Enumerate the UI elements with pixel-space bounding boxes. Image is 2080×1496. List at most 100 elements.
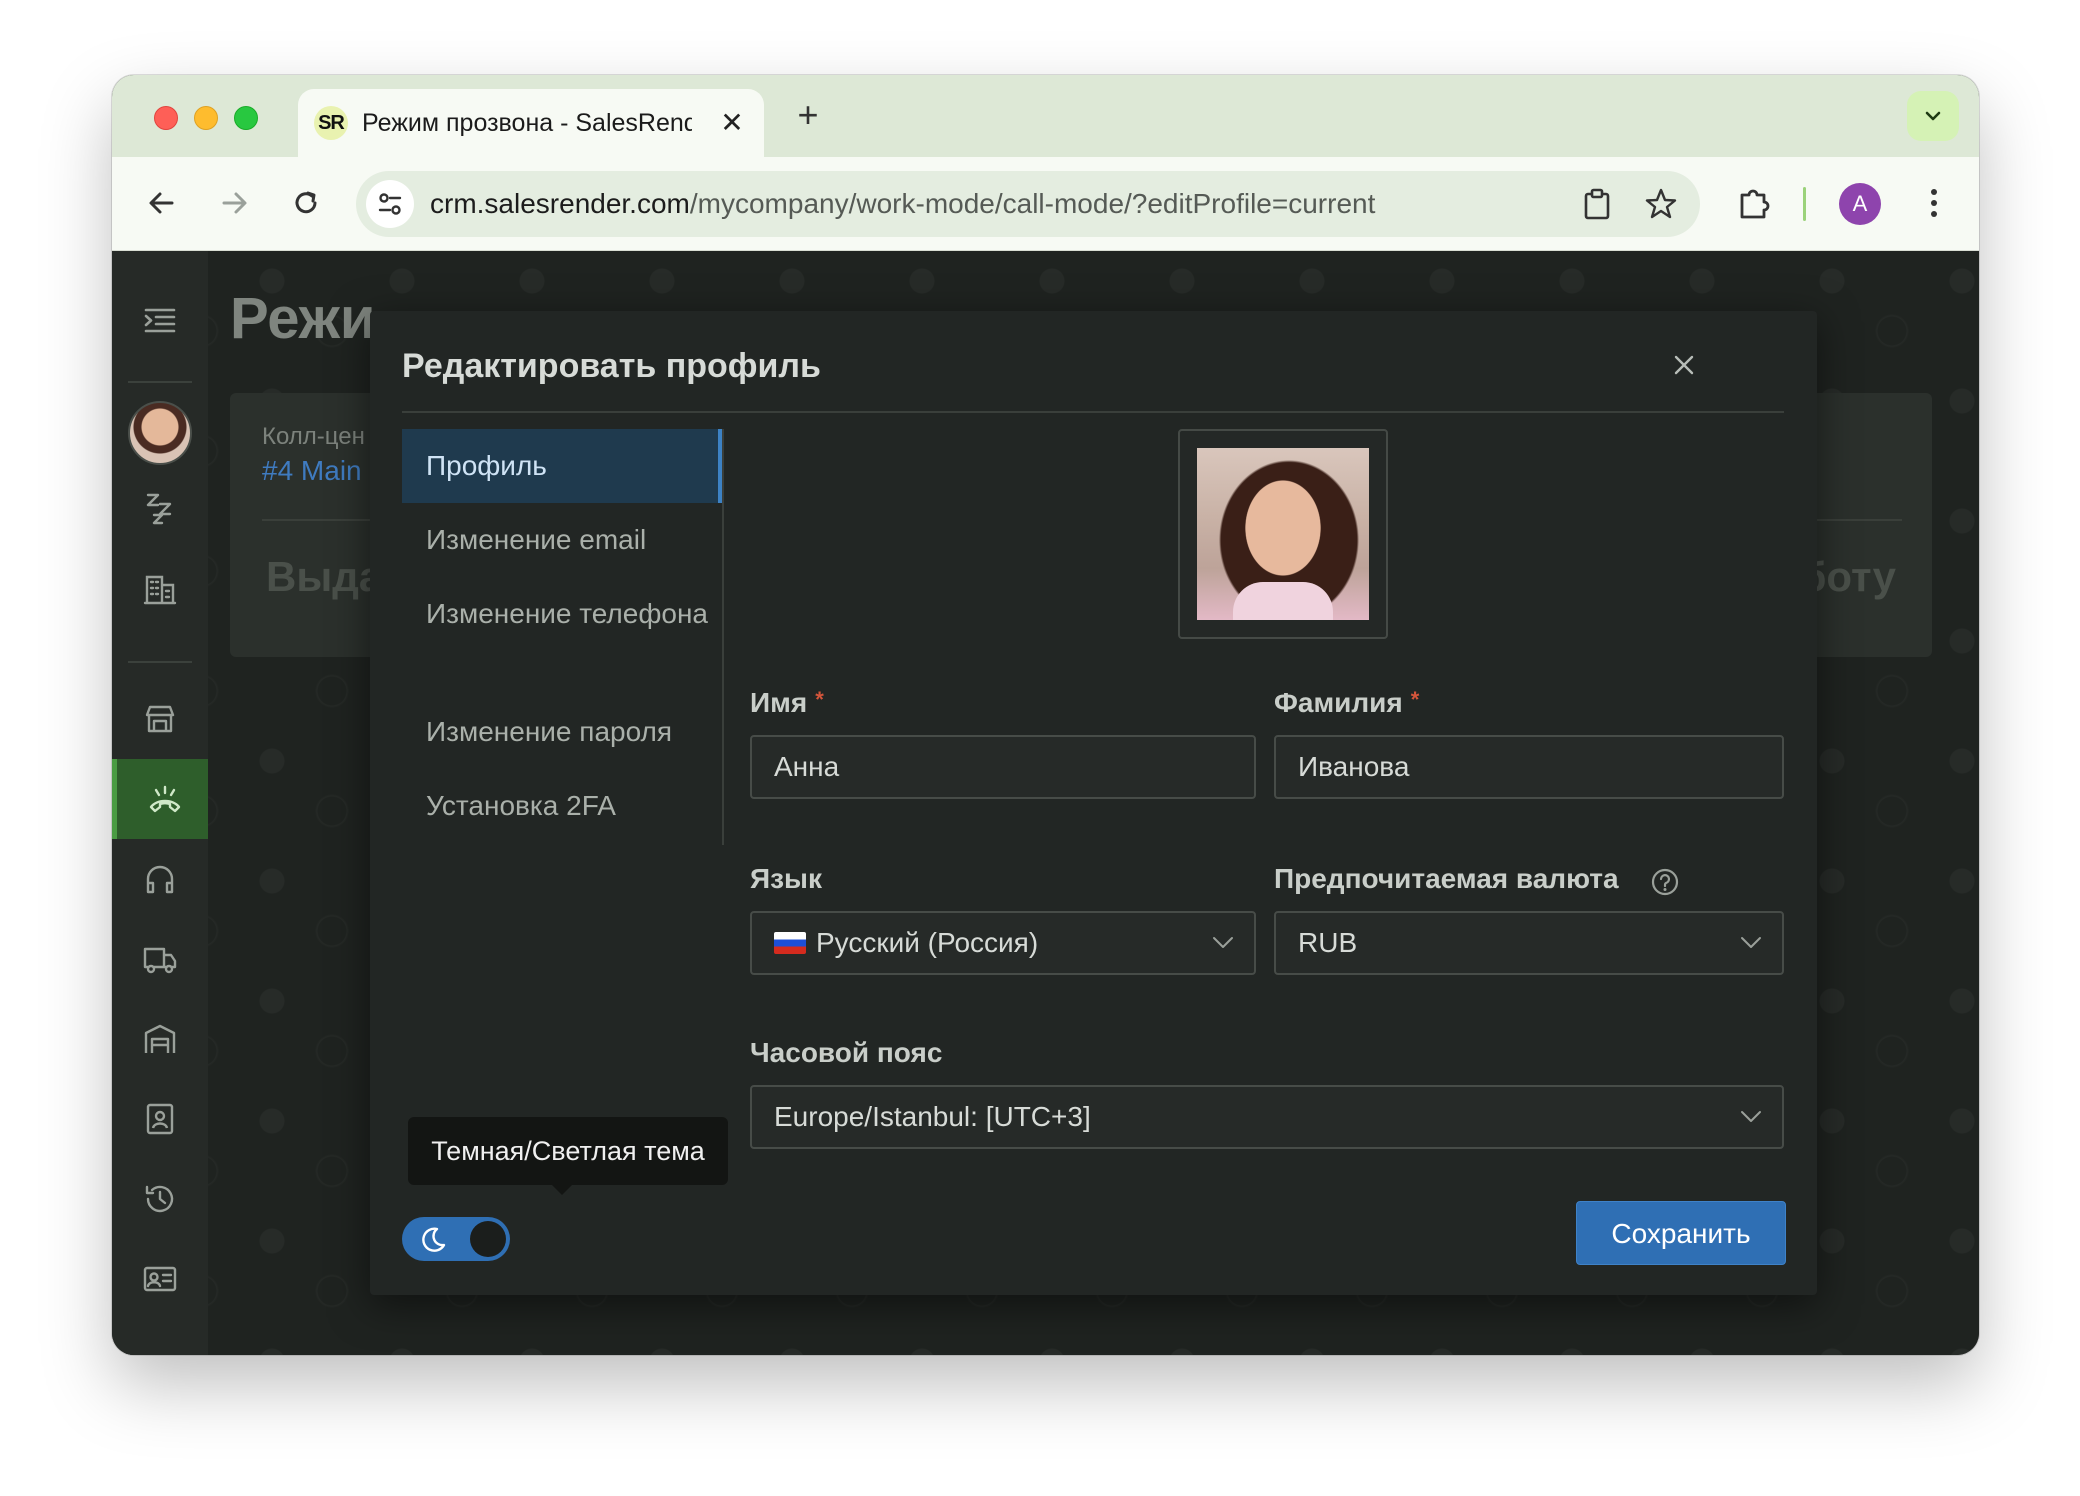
- extensions-button[interactable]: [1734, 183, 1774, 223]
- currency-select[interactable]: RUB: [1274, 911, 1784, 975]
- browser-toolbar: crm.salesrender.com/mycompany/work-mode/…: [112, 157, 1979, 251]
- url-host: crm.salesrender.com: [430, 188, 690, 219]
- timezone-label: Часовой пояс: [750, 1037, 943, 1068]
- profile-photo: [1197, 448, 1369, 620]
- modal-divider: [402, 411, 1784, 413]
- menu-item-change-email[interactable]: Изменение email: [402, 503, 722, 577]
- contact-card-icon: [146, 1103, 174, 1135]
- browser-window: SR Режим прозвона - SalesRender ✕ + crm.…: [112, 75, 1979, 1355]
- building-icon: [143, 575, 177, 605]
- sidebar-divider: [128, 661, 192, 663]
- last-name-label-text: Фамилия: [1274, 687, 1403, 718]
- window-close-button[interactable]: [154, 106, 178, 130]
- reload-icon: [295, 191, 317, 214]
- close-icon: [1674, 355, 1694, 375]
- last-name-input[interactable]: Иванова: [1274, 735, 1784, 799]
- currency-label: Предпочитаемая валюта: [1274, 863, 1619, 894]
- star-icon: [1645, 188, 1677, 219]
- forward-button[interactable]: [214, 183, 254, 223]
- favicon-icon: SR: [314, 106, 348, 140]
- new-tab-button[interactable]: +: [790, 97, 826, 133]
- store-icon: [145, 705, 175, 733]
- menu-item-2fa[interactable]: Установка 2FA: [402, 769, 722, 843]
- sidebar-item-support[interactable]: [112, 839, 208, 919]
- sleep-icon: [146, 493, 172, 525]
- menu-item-profile[interactable]: Профиль: [402, 429, 722, 503]
- currency-value: RUB: [1298, 927, 1358, 958]
- sidebar-item-delivery[interactable]: [112, 919, 208, 999]
- back-button[interactable]: [142, 183, 182, 223]
- first-name-label-text: Имя: [750, 687, 808, 718]
- app-sidebar: [112, 251, 208, 1355]
- sidebar-divider: [128, 381, 192, 383]
- kebab-menu-icon: [1931, 189, 1937, 217]
- sidebar-toggle[interactable]: [112, 281, 208, 361]
- call-mode-icon: [149, 785, 181, 813]
- profile-avatar[interactable]: A: [1839, 183, 1881, 225]
- help-icon[interactable]: [1650, 867, 1680, 897]
- user-avatar[interactable]: [128, 401, 192, 465]
- theme-tooltip: Темная/Светлая тема: [408, 1117, 728, 1195]
- url-text[interactable]: crm.salesrender.com/mycompany/work-mode/…: [430, 188, 1375, 220]
- tab-search-button[interactable]: [1907, 91, 1959, 141]
- headset-icon: [146, 865, 174, 894]
- menu-collapse-icon: [144, 308, 176, 333]
- menu-item-change-phone[interactable]: Изменение телефона: [402, 589, 722, 685]
- clipboard-button[interactable]: [1580, 187, 1614, 221]
- arrow-left-icon: [149, 192, 174, 214]
- language-label: Язык: [750, 863, 822, 894]
- timezone-value: Europe/Istanbul: [UTC+3]: [774, 1101, 1091, 1132]
- modal-title: Редактировать профиль: [402, 347, 821, 385]
- chevron-down-icon: [1213, 937, 1233, 948]
- browser-tab-active[interactable]: SR Режим прозвона - SalesRender ✕: [298, 89, 764, 157]
- site-info-button[interactable]: [366, 180, 414, 228]
- toggle-knob: [470, 1221, 506, 1257]
- language-select[interactable]: Русский (Россия): [750, 911, 1256, 975]
- chevron-down-icon: [1741, 937, 1761, 948]
- russia-flag-icon: [774, 932, 806, 954]
- tune-icon: [378, 193, 402, 215]
- card-action-text: Выда: [266, 553, 383, 600]
- theme-toggle[interactable]: [402, 1217, 510, 1261]
- sidebar-item-status[interactable]: [112, 469, 208, 549]
- required-mark: *: [815, 687, 824, 712]
- first-name-label: Имя *: [750, 687, 824, 719]
- history-icon: [145, 1185, 174, 1213]
- save-button[interactable]: Сохранить: [1576, 1201, 1786, 1265]
- arrow-right-icon: [222, 192, 247, 214]
- tab-title: Режим прозвона - SalesRender: [362, 109, 692, 137]
- puzzle-icon: [1740, 189, 1770, 219]
- address-bar[interactable]: crm.salesrender.com/mycompany/work-mode/…: [356, 171, 1700, 237]
- required-mark: *: [1410, 687, 1420, 712]
- sidebar-item-store[interactable]: [112, 679, 208, 759]
- tab-strip: SR Режим прозвона - SalesRender ✕ +: [112, 75, 1979, 157]
- sidebar-item-history[interactable]: [112, 1159, 208, 1239]
- avatar-upload[interactable]: [1178, 429, 1388, 639]
- timezone-select[interactable]: Europe/Istanbul: [UTC+3]: [750, 1085, 1784, 1149]
- url-path: /mycompany/work-mode/call-mode/?editProf…: [689, 188, 1376, 219]
- reload-button[interactable]: [286, 183, 326, 223]
- chevron-down-icon: [1925, 111, 1941, 121]
- call-center-link[interactable]: #4 Main: [262, 455, 362, 487]
- sidebar-item-call-mode[interactable]: [112, 759, 208, 839]
- crm-page: Режи Колл-цен #4 Main Выда боту Редактир…: [112, 251, 1979, 1355]
- language-value: Русский (Россия): [816, 927, 1039, 958]
- modal-close-button[interactable]: [1670, 351, 1698, 379]
- sidebar-item-company[interactable]: [112, 549, 208, 629]
- warehouse-icon: [144, 1024, 176, 1053]
- window-minimize-button[interactable]: [194, 106, 218, 130]
- bookmark-button[interactable]: [1644, 187, 1678, 221]
- truck-icon: [143, 947, 177, 974]
- tab-close-icon[interactable]: ✕: [718, 109, 746, 137]
- window-zoom-button[interactable]: [234, 106, 258, 130]
- clipboard-icon: [1584, 188, 1610, 220]
- sidebar-item-warehouse[interactable]: [112, 999, 208, 1079]
- profile-menu: Профиль Изменение email Изменение телефо…: [402, 429, 724, 845]
- sidebar-item-id[interactable]: [112, 1239, 208, 1319]
- browser-menu-button[interactable]: [1914, 183, 1954, 223]
- menu-item-change-password[interactable]: Изменение пароля: [402, 695, 722, 769]
- first-name-input[interactable]: Анна: [750, 735, 1256, 799]
- last-name-label: Фамилия *: [1274, 687, 1419, 719]
- call-center-label: Колл-цен: [262, 423, 365, 450]
- sidebar-item-contacts[interactable]: [112, 1079, 208, 1159]
